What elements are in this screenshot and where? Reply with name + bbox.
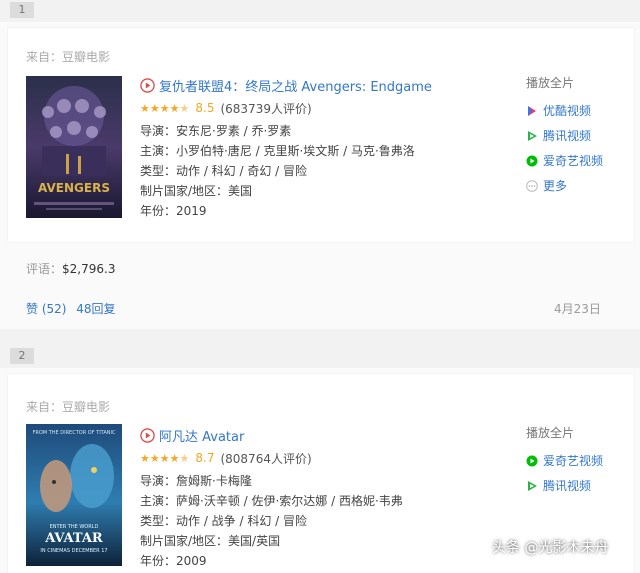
cast-line: 主演：萨姆·沃辛顿 / 佐伊·索尔达娜 / 西格妮·韦弗 xyxy=(140,494,403,508)
genre-line: 类型：动作 / 战争 / 科幻 / 冒险 xyxy=(140,514,308,528)
watermark-text: 头条 @光影木未舟 xyxy=(492,540,609,556)
platform-label: 更多 xyxy=(543,179,568,193)
platform-label: 爱奇艺视频 xyxy=(543,154,604,168)
play-full-label: 播放全片 xyxy=(526,76,575,90)
tencent-video-icon xyxy=(528,480,537,491)
poster-tagline-text: FROM THE DIRECTOR OF TITANIC xyxy=(33,430,116,436)
iqiyi-icon xyxy=(526,155,538,166)
half-star-icon: ★ xyxy=(179,451,190,465)
star-icon: ★ xyxy=(149,451,160,465)
star-icon: ★ xyxy=(159,101,170,115)
star-icon: ★ xyxy=(140,451,150,465)
half-star-icon: ★ xyxy=(179,101,190,115)
rating-score: 8.5 xyxy=(195,101,215,115)
rating-score: 8.7 xyxy=(195,451,215,465)
star-icon: ★ xyxy=(169,451,180,465)
youku-icon xyxy=(528,105,536,116)
reply-button[interactable]: 48回复 xyxy=(76,302,115,316)
rating-row: ★ ★ ★ ★ ★ 8.5 (683739人评价) xyxy=(140,99,520,117)
tencent-video-icon xyxy=(528,130,537,141)
platform-label: 爱奇艺视频 xyxy=(543,454,604,468)
movie-poster[interactable]: FROM THE DIRECTOR OF TITANIC ENTER THE W… xyxy=(26,424,122,566)
year-line: 年份：2019 xyxy=(140,204,207,218)
movie-info: 复仇者联盟4：终局之战 Avengers: Endgame ★ ★ ★ ★ ★ … xyxy=(140,76,520,221)
rating-count: (683739人评价) xyxy=(220,101,312,116)
source-label: 来自：豆瓣电影 xyxy=(26,50,111,64)
more-icon xyxy=(526,179,538,192)
movie-title-link[interactable]: 复仇者联盟4：终局之战 Avengers: Endgame xyxy=(159,76,432,95)
platform-link-tencent[interactable]: 腾讯视频 xyxy=(526,123,636,148)
comment-value: $2,796.3 xyxy=(62,262,116,276)
movie-poster[interactable]: AVENGERS xyxy=(26,76,122,218)
title-row: 阿凡达 Avatar xyxy=(140,426,520,445)
post-date: 4月23日 xyxy=(554,302,601,316)
year-line: 年份：2009 xyxy=(140,554,207,568)
play-links: 播放全片 优酷视频 腾讯视频 爱奇艺视频 更多 xyxy=(526,74,636,198)
star-icon: ★ xyxy=(159,451,170,465)
poster-title-text: AVATAR xyxy=(44,531,103,546)
like-button[interactable]: 赞 (52) xyxy=(26,302,66,316)
rating-count: (808764人评价) xyxy=(220,451,312,466)
star-rating: ★ ★ ★ ★ ★ xyxy=(140,453,189,464)
play-icon[interactable] xyxy=(140,77,155,93)
title-row: 复仇者联盟4：终局之战 Avengers: Endgame xyxy=(140,76,520,95)
poster-enter-text: ENTER THE WORLD xyxy=(50,524,99,530)
rank-badge: 1 xyxy=(10,2,34,18)
platform-link-tencent[interactable]: 腾讯视频 xyxy=(526,473,636,498)
cast-line: 主演：小罗伯特·唐尼 / 克里斯·埃文斯 / 马克·鲁弗洛 xyxy=(140,144,415,158)
star-icon: ★ xyxy=(149,101,160,115)
result-card: 来自：豆瓣电影 AVENGERS 复仇者联盟4：终局之战 Avengers: E… xyxy=(8,28,634,242)
platform-label: 腾讯视频 xyxy=(543,129,592,143)
director-line: 导演：詹姆斯·卡梅隆 xyxy=(140,474,252,488)
poster-date-text: IN CINEMAS DECEMBER 17 xyxy=(40,548,107,554)
platform-label: 优酷视频 xyxy=(543,104,592,118)
play-icon[interactable] xyxy=(140,427,155,443)
platform-label: 腾讯视频 xyxy=(543,479,592,493)
iqiyi-icon xyxy=(526,455,538,466)
platform-link-youku[interactable]: 优酷视频 xyxy=(526,98,636,123)
star-icon: ★ xyxy=(140,101,150,115)
star-rating: ★ ★ ★ ★ ★ xyxy=(140,103,189,114)
movie-info: 阿凡达 Avatar ★ ★ ★ ★ ★ 8.7 (808764人评价) 导演：… xyxy=(140,426,520,571)
platform-link-iqiyi[interactable]: 爱奇艺视频 xyxy=(526,448,636,473)
comment-label: 评语： xyxy=(26,262,63,276)
play-links: 播放全片 爱奇艺视频 腾讯视频 xyxy=(526,424,636,498)
result-block: 来自：豆瓣电影 AVENGERS 复仇者联盟4：终局之战 Avengers: E… xyxy=(0,22,640,329)
post-actions: 赞 (52) 48回复 xyxy=(26,300,116,317)
rating-row: ★ ★ ★ ★ ★ 8.7 (808764人评价) xyxy=(140,449,520,467)
poster-avengers-image: AVENGERS xyxy=(26,76,122,218)
platform-link-iqiyi[interactable]: 爱奇艺视频 xyxy=(526,148,636,173)
director-line: 导演：安东尼·罗素 / 乔·罗素 xyxy=(140,124,292,138)
country-line: 制片国家/地区：美国 xyxy=(140,184,253,198)
play-full-label: 播放全片 xyxy=(526,426,575,440)
poster-title-text: AVENGERS xyxy=(38,181,110,195)
poster-avatar-image: FROM THE DIRECTOR OF TITANIC ENTER THE W… xyxy=(26,424,122,566)
rank-badge: 2 xyxy=(10,348,34,364)
genre-line: 类型：动作 / 科幻 / 奇幻 / 冒险 xyxy=(140,164,308,178)
comment-line: 评语：$2,796.3 xyxy=(26,260,115,277)
more-link[interactable]: 更多 xyxy=(526,173,636,198)
movie-title-link[interactable]: 阿凡达 Avatar xyxy=(159,426,244,445)
country-line: 制片国家/地区：美国/英国 xyxy=(140,534,281,548)
source-label: 来自：豆瓣电影 xyxy=(26,400,111,414)
star-icon: ★ xyxy=(169,101,180,115)
